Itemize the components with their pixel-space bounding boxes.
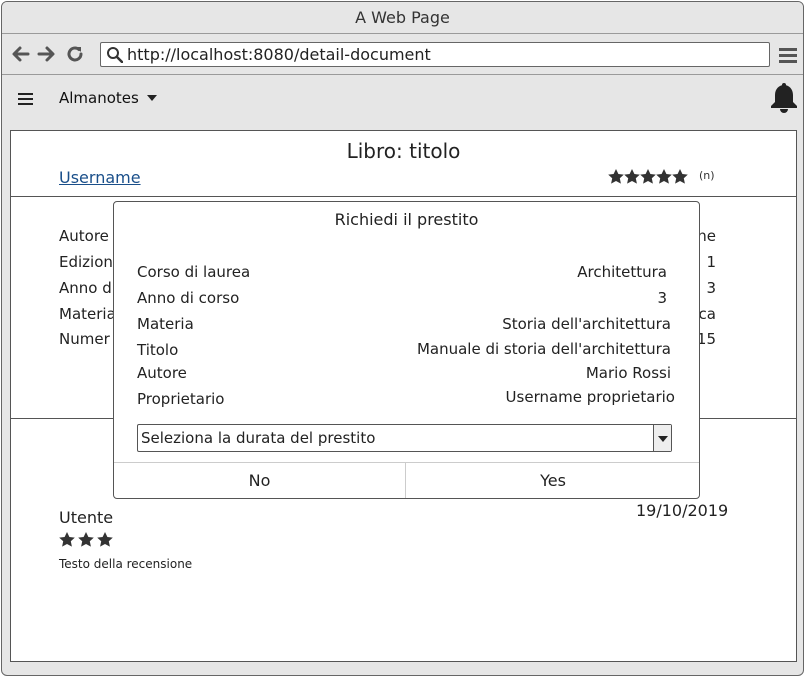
browser-window: A Web Page http://localhost:8080/detail-… — [1, 1, 804, 676]
dialog-row-label: Materia — [137, 315, 194, 333]
divider — [11, 196, 796, 197]
document-title: Libro: titolo — [346, 139, 461, 163]
field-label: Numer — [59, 330, 110, 348]
star-icon — [78, 532, 94, 547]
star-icon — [672, 169, 688, 184]
field-value: ca — [698, 305, 716, 323]
loan-duration-select[interactable]: Seleziona la durata del prestito — [137, 424, 672, 452]
loan-request-dialog: Richiedi il prestito Corso di laurea Arc… — [113, 201, 700, 499]
rating-count: (n) — [699, 169, 715, 182]
star-icon — [624, 169, 640, 184]
review-rating-stars — [59, 532, 113, 547]
field-label: Materia — [59, 305, 116, 323]
app-header: Almanotes — [2, 76, 803, 120]
dialog-row-value: Manuale di storia dell'architettura — [416, 340, 671, 358]
star-icon — [59, 532, 75, 547]
dialog-title: Richiedi il prestito — [334, 210, 479, 229]
search-icon — [107, 47, 123, 63]
yes-button[interactable]: Yes — [407, 463, 699, 498]
field-label: Anno d — [59, 279, 112, 297]
hamburger-menu-icon[interactable] — [18, 92, 34, 106]
review-text: Testo della recensione — [59, 557, 193, 571]
select-placeholder: Seleziona la durata del prestito — [141, 429, 376, 447]
field-value: 1 — [706, 253, 716, 271]
app-name[interactable]: Almanotes — [59, 89, 139, 107]
url-text: http://localhost:8080/detail-document — [127, 45, 431, 64]
dialog-row-value: Architettura — [577, 263, 667, 281]
dialog-row-label: Proprietario — [137, 390, 225, 408]
address-bar[interactable]: http://localhost:8080/detail-document — [100, 42, 770, 67]
dialog-row-value: Mario Rossi — [585, 364, 671, 382]
star-icon — [608, 169, 624, 184]
dialog-row-label: Titolo — [137, 341, 179, 359]
browser-menu-icon[interactable] — [778, 46, 798, 64]
field-value: ne — [697, 227, 716, 245]
dialog-row-value: Storia dell'architettura — [502, 315, 671, 333]
field-label: Edizion — [59, 253, 113, 271]
owner-username-link[interactable]: Username — [59, 168, 141, 187]
rating-stars — [608, 169, 688, 184]
dialog-row-label: Corso di laurea — [137, 263, 251, 281]
forward-arrow-icon[interactable] — [36, 44, 56, 64]
window-title: A Web Page — [2, 2, 803, 34]
chevron-down-icon[interactable] — [147, 95, 157, 101]
dialog-row-value: Username proprietario — [505, 388, 675, 406]
field-value: 3 — [706, 279, 716, 297]
browser-toolbar: http://localhost:8080/detail-document — [2, 34, 803, 75]
no-button[interactable]: No — [114, 463, 406, 498]
back-arrow-icon[interactable] — [11, 44, 31, 64]
bell-icon[interactable] — [768, 82, 800, 114]
star-icon — [97, 532, 113, 547]
dialog-row-label: Autore — [137, 364, 187, 382]
dialog-row-label: Anno di corso — [137, 289, 240, 307]
dropdown-arrow-icon[interactable] — [653, 425, 671, 451]
dialog-row-value: 3 — [657, 289, 667, 307]
field-label: Autore — [59, 227, 109, 245]
reload-icon[interactable] — [65, 44, 85, 64]
star-icon — [656, 169, 672, 184]
star-icon — [640, 169, 656, 184]
review-user: Utente — [59, 508, 114, 527]
review-date: 19/10/2019 — [636, 501, 729, 520]
